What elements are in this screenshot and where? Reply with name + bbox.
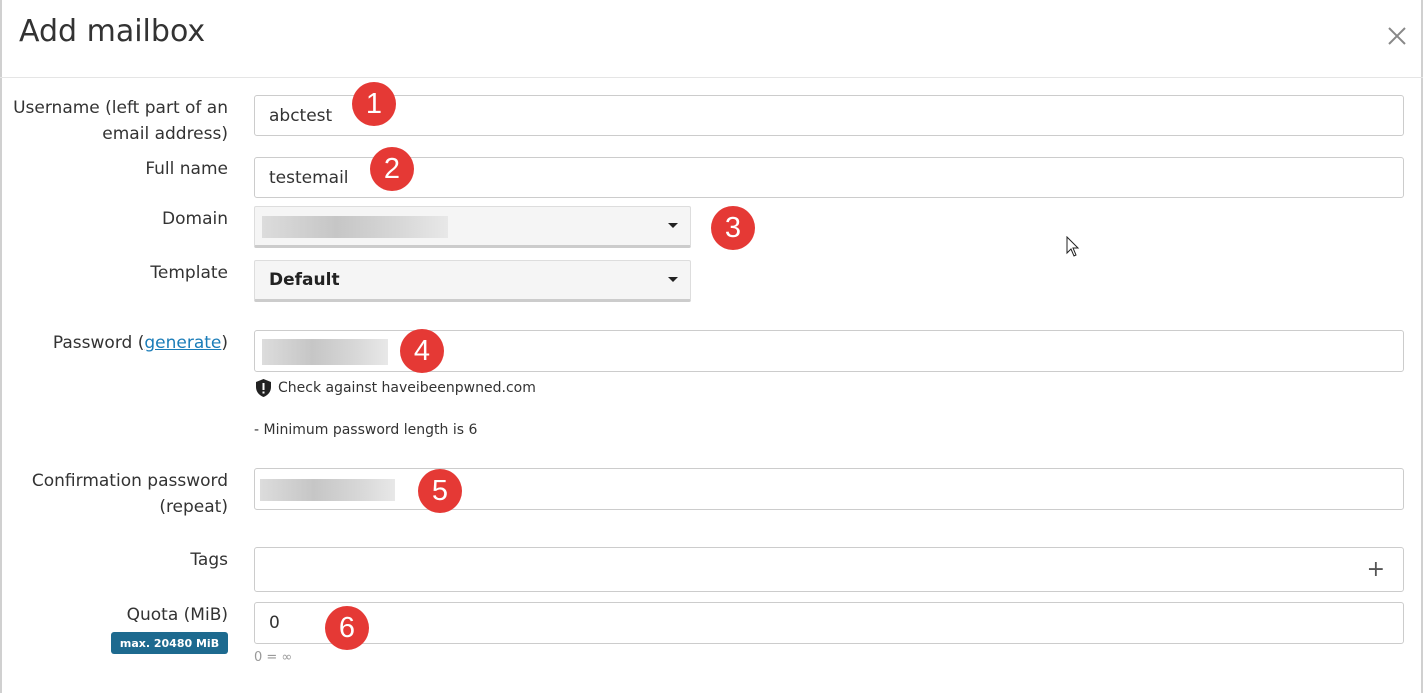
tags-label: Tags xyxy=(190,550,228,570)
template-selected: Default xyxy=(269,270,340,290)
username-label: Username (left part of an email address) xyxy=(13,98,228,144)
confirm-password-label: Confirmation password (repeat) xyxy=(31,471,228,517)
full-name-input[interactable]: testemail xyxy=(254,157,1404,198)
marker-3: 3 xyxy=(711,206,755,250)
password-label-suffix: ) xyxy=(221,333,228,353)
marker-4: 4 xyxy=(400,329,444,373)
domain-label: Domain xyxy=(162,209,228,229)
marker-1: 1 xyxy=(352,82,396,126)
confirm-password-redacted-value xyxy=(260,479,395,501)
marker-6: 6 xyxy=(325,606,369,650)
pwned-check[interactable]: Check against haveibeenpwned.com xyxy=(254,378,536,398)
modal-header: Add mailbox xyxy=(0,0,1423,78)
full-name-label: Full name xyxy=(145,159,228,179)
dropdown-caret-icon xyxy=(668,223,678,228)
add-tag-icon[interactable]: + xyxy=(1367,557,1385,582)
password-label: Password (generate) xyxy=(53,330,228,356)
template-label: Template xyxy=(150,263,228,283)
password-min-length-note: - Minimum password length is 6 xyxy=(254,422,478,438)
quota-value: 0 xyxy=(269,613,280,633)
username-input[interactable]: abctest xyxy=(254,95,1404,136)
quota-input[interactable]: 0 xyxy=(254,602,1404,644)
template-select[interactable]: Default xyxy=(254,260,691,302)
password-redacted-value xyxy=(262,339,388,365)
quota-hint: 0 = ∞ xyxy=(254,650,293,665)
dropdown-caret-icon xyxy=(668,277,678,282)
domain-select[interactable] xyxy=(254,206,691,248)
full-name-value: testemail xyxy=(269,167,349,188)
password-label-prefix: Password ( xyxy=(52,333,145,353)
username-value: abctest xyxy=(269,105,333,126)
mouse-cursor-icon xyxy=(1066,235,1080,262)
quota-max-badge: max. 20480 MiB xyxy=(111,632,228,654)
marker-2: 2 xyxy=(370,147,414,191)
marker-5: 5 xyxy=(418,469,462,513)
tags-input[interactable]: + xyxy=(254,547,1404,592)
modal-title: Add mailbox xyxy=(19,14,206,49)
shield-icon xyxy=(256,379,271,397)
pwned-check-text: Check against haveibeenpwned.com xyxy=(278,380,536,396)
quota-label: Quota (MiB) xyxy=(126,605,228,625)
domain-redacted-value xyxy=(262,216,448,238)
close-icon[interactable] xyxy=(1386,25,1408,47)
generate-password-link[interactable]: generate xyxy=(144,333,221,353)
